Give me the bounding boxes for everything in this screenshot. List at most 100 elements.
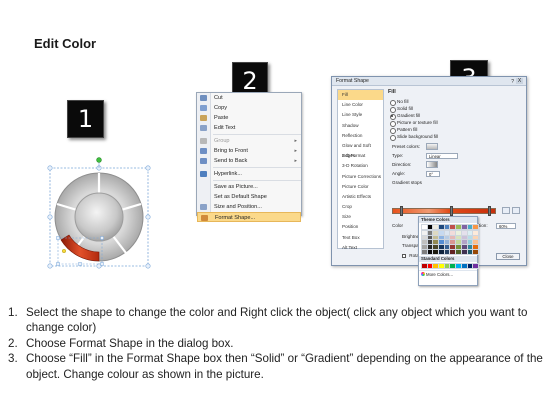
category-item[interactable]: Crop <box>338 202 383 212</box>
color-swatch[interactable] <box>472 262 480 269</box>
color-swatch[interactable] <box>460 248 468 255</box>
preset-picker-button[interactable] <box>426 143 438 150</box>
color-swatch[interactable] <box>466 224 474 230</box>
color-swatch[interactable] <box>426 244 434 251</box>
preset-picker-button[interactable] <box>426 161 438 168</box>
color-swatch[interactable] <box>438 239 446 246</box>
category-item[interactable]: 3-D Rotation <box>338 161 383 171</box>
color-swatch[interactable] <box>466 239 474 246</box>
category-item[interactable]: Line Style <box>338 110 383 120</box>
gradient-stop-handle[interactable] <box>488 206 491 216</box>
color-swatch[interactable] <box>455 224 463 230</box>
color-swatch[interactable] <box>443 239 451 246</box>
color-swatch[interactable] <box>426 224 434 230</box>
color-swatch[interactable] <box>472 239 480 246</box>
menu-item-size-and-position[interactable]: Size and Position... <box>197 202 301 212</box>
color-swatch[interactable] <box>443 262 451 269</box>
field-combo[interactable]: Linear <box>426 152 458 159</box>
color-swatch[interactable] <box>421 234 428 241</box>
gradient-stop-handle[interactable] <box>450 206 453 216</box>
color-swatch[interactable] <box>421 248 428 255</box>
color-swatch[interactable] <box>455 239 463 246</box>
help-icon[interactable]: ? <box>511 78 514 87</box>
category-item[interactable]: Fill <box>338 90 383 101</box>
color-swatch[interactable] <box>449 244 457 251</box>
color-swatch[interactable] <box>455 234 463 241</box>
color-swatch[interactable] <box>438 244 446 251</box>
color-swatch[interactable] <box>466 234 474 241</box>
category-item[interactable]: Position <box>338 222 383 232</box>
color-swatch[interactable] <box>432 248 440 255</box>
color-swatch[interactable] <box>421 224 428 230</box>
color-swatch[interactable] <box>443 234 451 241</box>
category-item[interactable]: Alt Text <box>338 243 383 253</box>
color-swatch[interactable] <box>443 230 451 236</box>
fill-option-radio[interactable]: No fill <box>388 98 524 106</box>
color-swatch[interactable] <box>472 244 480 251</box>
color-swatch[interactable] <box>432 239 440 246</box>
menu-item-copy[interactable]: Copy <box>197 103 301 113</box>
category-item[interactable]: 3-D Format <box>338 151 383 161</box>
menu-item-edit-text[interactable]: Edit Text <box>197 123 301 133</box>
color-swatch[interactable] <box>438 234 446 241</box>
color-swatch[interactable] <box>421 230 428 236</box>
close-icon[interactable]: X <box>516 78 523 84</box>
color-swatch[interactable] <box>449 234 457 241</box>
more-colors-option[interactable]: More Colors... <box>419 269 477 277</box>
color-swatch[interactable] <box>449 224 457 230</box>
color-swatch[interactable] <box>421 239 428 246</box>
menu-item-paste[interactable]: Paste <box>197 113 301 123</box>
category-item[interactable]: Picture Corrections <box>338 172 383 182</box>
color-swatch[interactable] <box>466 230 474 236</box>
color-swatch[interactable] <box>421 262 428 269</box>
fill-option-radio[interactable]: Slide background fill <box>388 133 524 141</box>
gradient-stop-handle[interactable] <box>400 206 403 216</box>
menu-item-cut[interactable]: Cut <box>197 93 301 103</box>
color-swatch[interactable] <box>449 262 457 269</box>
menu-item-format-shape[interactable]: Format Shape... <box>197 212 301 222</box>
color-swatch[interactable] <box>432 234 440 241</box>
menu-item-hyperlink[interactable]: Hyperlink... <box>197 169 301 179</box>
color-swatch[interactable] <box>426 248 434 255</box>
color-swatch[interactable] <box>460 230 468 236</box>
color-swatch[interactable] <box>472 234 480 241</box>
color-swatch[interactable] <box>443 248 451 255</box>
category-item[interactable]: Text Box <box>338 233 383 243</box>
color-swatch[interactable] <box>443 224 451 230</box>
color-swatch[interactable] <box>449 230 457 236</box>
color-swatch[interactable] <box>460 224 468 230</box>
color-swatch[interactable] <box>449 248 457 255</box>
color-swatch[interactable] <box>432 262 440 269</box>
position-input[interactable]: 60% <box>496 222 516 229</box>
selected-shape-graphic[interactable] <box>44 156 164 274</box>
color-swatch[interactable] <box>460 244 468 251</box>
menu-item-save-as-picture[interactable]: Save as Picture... <box>197 182 301 192</box>
color-swatch[interactable] <box>472 230 480 236</box>
category-item[interactable]: Size <box>338 212 383 222</box>
category-item[interactable]: Picture Color <box>338 182 383 192</box>
color-swatch[interactable] <box>455 262 463 269</box>
close-button[interactable]: Close <box>496 253 520 260</box>
color-swatch[interactable] <box>466 262 474 269</box>
color-swatch[interactable] <box>438 230 446 236</box>
color-swatch[interactable] <box>426 230 434 236</box>
color-swatch[interactable] <box>432 224 440 230</box>
menu-item-bring-to-front[interactable]: Bring to Front ▸ <box>197 146 301 156</box>
color-swatch[interactable] <box>449 239 457 246</box>
color-swatch[interactable] <box>443 244 451 251</box>
color-swatch[interactable] <box>466 244 474 251</box>
color-swatch[interactable] <box>432 230 440 236</box>
category-item[interactable]: Line Color <box>338 100 383 110</box>
color-swatch[interactable] <box>455 248 463 255</box>
fill-option-radio[interactable]: Solid fill <box>388 105 524 113</box>
remove-stop-button[interactable] <box>512 207 520 214</box>
category-item[interactable]: Shadow <box>338 121 383 131</box>
menu-item-group[interactable]: Group ▸ <box>197 136 301 146</box>
color-swatch[interactable] <box>460 239 468 246</box>
fill-option-radio[interactable]: Pattern fill <box>388 126 524 134</box>
color-swatch[interactable] <box>460 234 468 241</box>
fill-option-radio[interactable]: Gradient fill <box>388 112 524 120</box>
menu-item-send-to-back[interactable]: Send to Back ▸ <box>197 156 301 166</box>
color-swatch[interactable] <box>426 239 434 246</box>
color-swatch[interactable] <box>460 262 468 269</box>
